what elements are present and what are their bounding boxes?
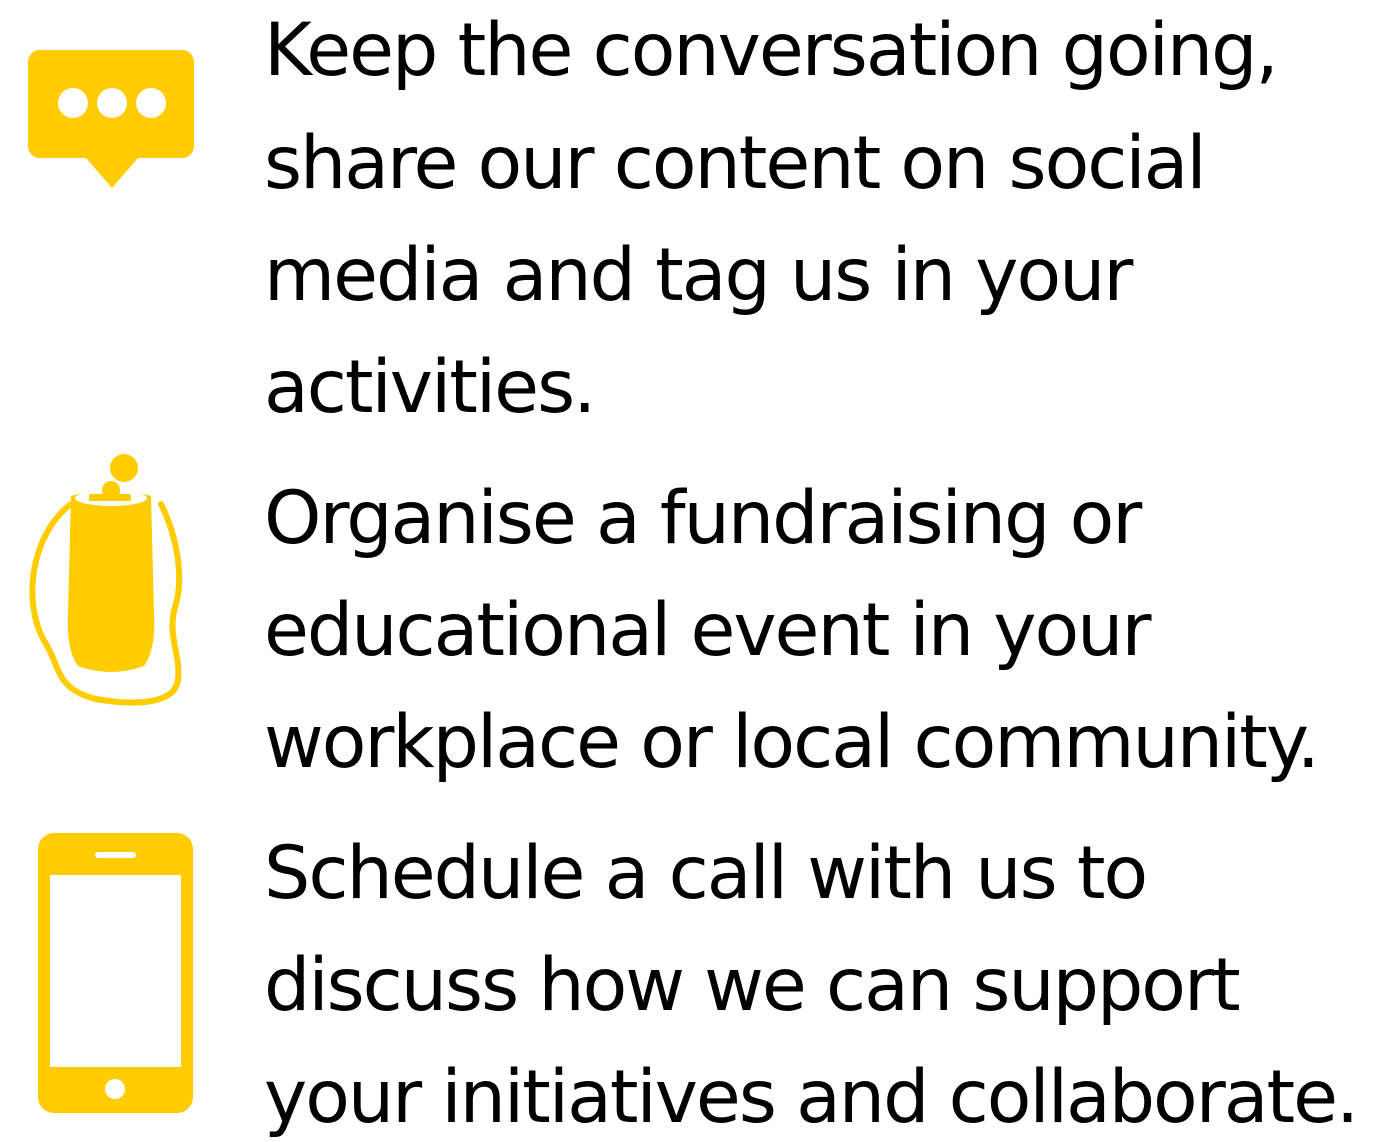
item-1-line-4: activities. xyxy=(264,345,596,430)
item-3-line-3: your initiatives and collaborate. xyxy=(264,1055,1359,1140)
item-2-line-1: Organise a fundraising or xyxy=(264,476,1142,561)
page: Keep the conversation going, share our c… xyxy=(0,0,1383,1142)
donation-tin-icon xyxy=(26,454,186,710)
speech-bubble-icon xyxy=(28,50,194,190)
item-3-line-2: discuss how we can support xyxy=(264,943,1241,1028)
item-2-line-3: workplace or local community. xyxy=(264,700,1320,785)
item-1-line-1: Keep the conversation going, xyxy=(264,8,1279,93)
mobile-phone-icon xyxy=(38,833,193,1113)
item-1-line-3: media and tag us in your xyxy=(264,233,1133,318)
item-1-line-2: share our content on social xyxy=(264,121,1207,206)
item-2-line-2: educational event in your xyxy=(264,588,1151,673)
item-3-line-1: Schedule a call with us to xyxy=(264,831,1148,916)
